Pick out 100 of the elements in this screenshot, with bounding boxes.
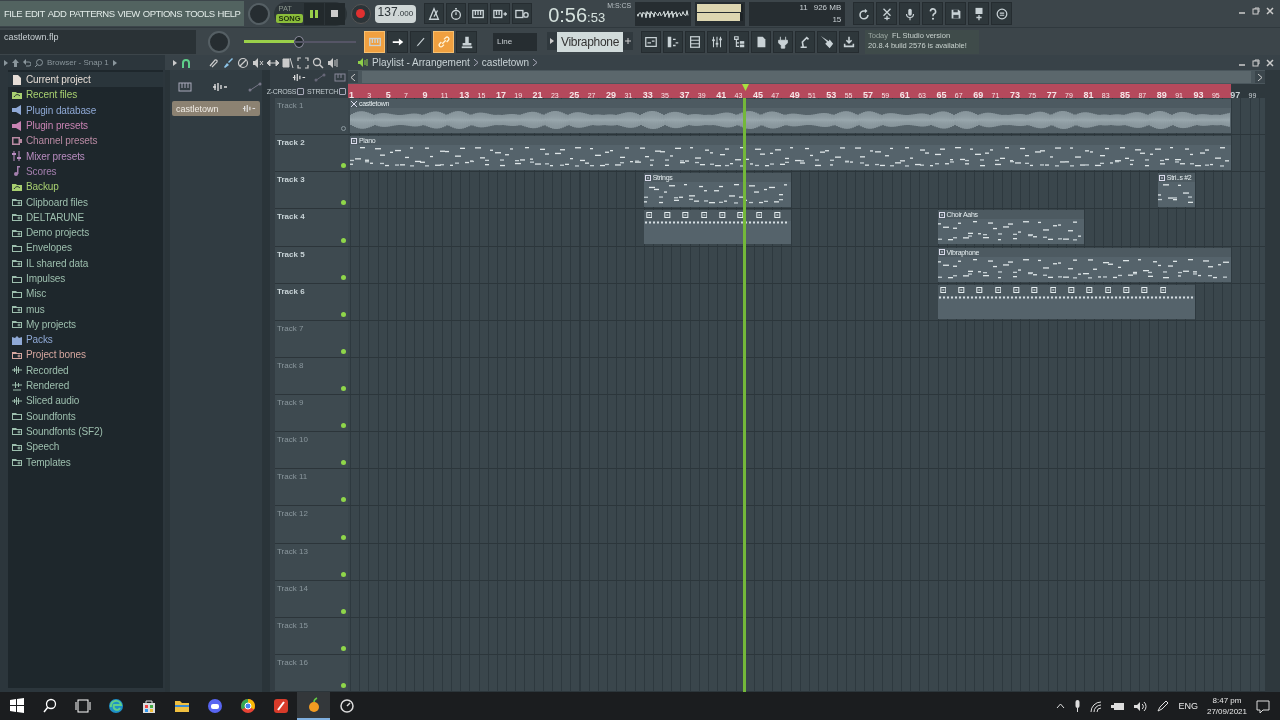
arrow-button[interactable] bbox=[387, 30, 408, 53]
track-header[interactable]: Track 4 bbox=[275, 209, 348, 247]
menu-item[interactable]: EDIT bbox=[25, 8, 45, 19]
caret-icon[interactable] bbox=[173, 59, 177, 66]
microphone-icon[interactable] bbox=[1074, 700, 1082, 712]
game-controller-icon[interactable] bbox=[206, 698, 223, 714]
stop-button[interactable] bbox=[324, 2, 345, 25]
notification-icon[interactable] bbox=[1256, 699, 1270, 713]
track-enable-led[interactable] bbox=[341, 497, 346, 503]
pattern-selector[interactable]: Vibraphone bbox=[557, 31, 623, 52]
automation-icon[interactable] bbox=[248, 82, 262, 92]
search-icon[interactable] bbox=[41, 698, 58, 714]
typing-keyboard-button[interactable] bbox=[364, 30, 385, 53]
browser-item[interactable]: Clipboard files bbox=[8, 194, 163, 210]
checkbox[interactable] bbox=[297, 87, 305, 95]
clip-menu-icon[interactable] bbox=[957, 286, 965, 293]
piano-roll-button[interactable] bbox=[663, 30, 683, 53]
menu-item[interactable]: OPTIONS bbox=[142, 8, 183, 19]
magnet-icon[interactable] bbox=[181, 57, 191, 68]
clip-menu-icon[interactable] bbox=[1122, 286, 1130, 293]
browser-item[interactable]: Envelopes bbox=[8, 240, 163, 256]
playhead-line[interactable] bbox=[743, 98, 747, 692]
pause-button[interactable] bbox=[303, 2, 324, 25]
browser-item[interactable]: Soundfonts (SF2) bbox=[8, 423, 163, 440]
scissors-button[interactable] bbox=[876, 2, 898, 25]
clip-menu-icon[interactable] bbox=[719, 212, 726, 219]
clip-menu-icon[interactable] bbox=[1104, 286, 1112, 293]
track-enable-led[interactable] bbox=[341, 534, 346, 540]
menu-item[interactable]: VIEW bbox=[117, 8, 140, 19]
track-enable-led[interactable] bbox=[341, 386, 346, 391]
taskbar-button[interactable] bbox=[297, 692, 330, 720]
menu-item[interactable]: HELP bbox=[217, 8, 241, 19]
clip-menu-icon[interactable] bbox=[755, 212, 763, 219]
overview-scrollbar[interactable] bbox=[362, 71, 1251, 83]
ring-icon[interactable] bbox=[239, 698, 256, 714]
volume-icon[interactable] bbox=[1134, 700, 1148, 712]
undo-icon[interactable] bbox=[23, 58, 31, 67]
pattern-clip[interactable] bbox=[643, 210, 791, 245]
swirl-icon[interactable] bbox=[107, 698, 124, 714]
keyboard-icon[interactable] bbox=[178, 82, 192, 92]
pattern-clip[interactable] bbox=[937, 284, 1195, 319]
browser-item[interactable]: Plugin presets bbox=[8, 117, 163, 134]
clip-menu-icon[interactable] bbox=[1067, 286, 1075, 293]
clip-menu-icon[interactable] bbox=[1031, 286, 1038, 293]
input-language[interactable]: ENG bbox=[1178, 701, 1198, 711]
paperclip-icon[interactable] bbox=[207, 56, 219, 69]
clip-menu-icon[interactable] bbox=[700, 212, 708, 219]
clock[interactable]: 8:47 pm 27/09/2021 bbox=[1206, 695, 1247, 717]
playlist-button[interactable] bbox=[641, 30, 661, 53]
waveform-icon[interactable] bbox=[212, 82, 228, 92]
menu-item[interactable]: ADD bbox=[47, 8, 67, 19]
select-icon[interactable] bbox=[297, 56, 309, 69]
track-enable-led[interactable] bbox=[341, 163, 346, 169]
metronome-button[interactable] bbox=[424, 3, 445, 24]
brush-icon[interactable] bbox=[222, 56, 234, 69]
keyboard-button[interactable] bbox=[468, 3, 489, 24]
clip-menu-icon[interactable] bbox=[682, 212, 690, 219]
browser-item[interactable]: Current project bbox=[8, 72, 163, 88]
folder-icon[interactable] bbox=[173, 698, 190, 714]
clip-menu-icon[interactable] bbox=[1141, 286, 1148, 293]
pattern-name[interactable]: castletown bbox=[481, 57, 530, 68]
waveform-icon[interactable] bbox=[292, 72, 306, 82]
help-button[interactable] bbox=[922, 2, 944, 25]
track-header[interactable]: Track 2 bbox=[275, 135, 348, 173]
tempo-display[interactable]: 137.000 bbox=[374, 4, 417, 23]
track-enable-led[interactable] bbox=[341, 126, 346, 132]
browser-item[interactable]: Soundfonts bbox=[8, 408, 163, 424]
browser-item[interactable]: IL shared data bbox=[8, 255, 163, 271]
browser-item[interactable]: Channel presets bbox=[8, 133, 163, 149]
track-enable-led[interactable] bbox=[341, 460, 346, 466]
close-icon[interactable] bbox=[1266, 58, 1274, 67]
close-icon[interactable] bbox=[1266, 7, 1274, 15]
previous-pattern-button[interactable] bbox=[547, 31, 557, 50]
track-enable-led[interactable] bbox=[341, 237, 346, 243]
caret-icon[interactable] bbox=[112, 59, 117, 66]
track-enable-led[interactable] bbox=[341, 571, 346, 577]
browser-item[interactable]: Mixer presets bbox=[8, 148, 163, 164]
track-enable-led[interactable] bbox=[341, 348, 346, 354]
dial-icon[interactable] bbox=[338, 698, 355, 714]
browser-item[interactable]: Recorded bbox=[8, 362, 163, 378]
vertical-scrollbar[interactable] bbox=[1265, 98, 1280, 692]
clip-menu-icon[interactable] bbox=[1086, 286, 1093, 293]
clip-menu-icon[interactable] bbox=[1158, 174, 1165, 181]
scroll-right-button[interactable] bbox=[1255, 71, 1265, 83]
caret-icon[interactable] bbox=[4, 59, 8, 66]
keyboard-plus-button[interactable] bbox=[490, 3, 511, 24]
microphone-button[interactable] bbox=[899, 2, 921, 25]
chevron-up-icon[interactable] bbox=[1056, 703, 1066, 709]
browser-item[interactable]: Misc bbox=[8, 286, 163, 302]
browser-item[interactable]: mus bbox=[8, 301, 163, 317]
lamp-button[interactable] bbox=[795, 30, 815, 53]
keyboard-icon[interactable] bbox=[334, 72, 346, 82]
clip-menu-icon[interactable] bbox=[1012, 286, 1020, 293]
menu-item[interactable]: FILE bbox=[4, 8, 23, 19]
up-arrow-icon[interactable] bbox=[12, 58, 19, 67]
clip-menu-icon[interactable] bbox=[774, 212, 781, 219]
track-enable-led[interactable] bbox=[341, 200, 346, 206]
browser-item[interactable]: Packs bbox=[8, 332, 163, 348]
browser-item[interactable]: Recent files bbox=[8, 87, 163, 103]
clip-menu-icon[interactable] bbox=[938, 249, 945, 255]
